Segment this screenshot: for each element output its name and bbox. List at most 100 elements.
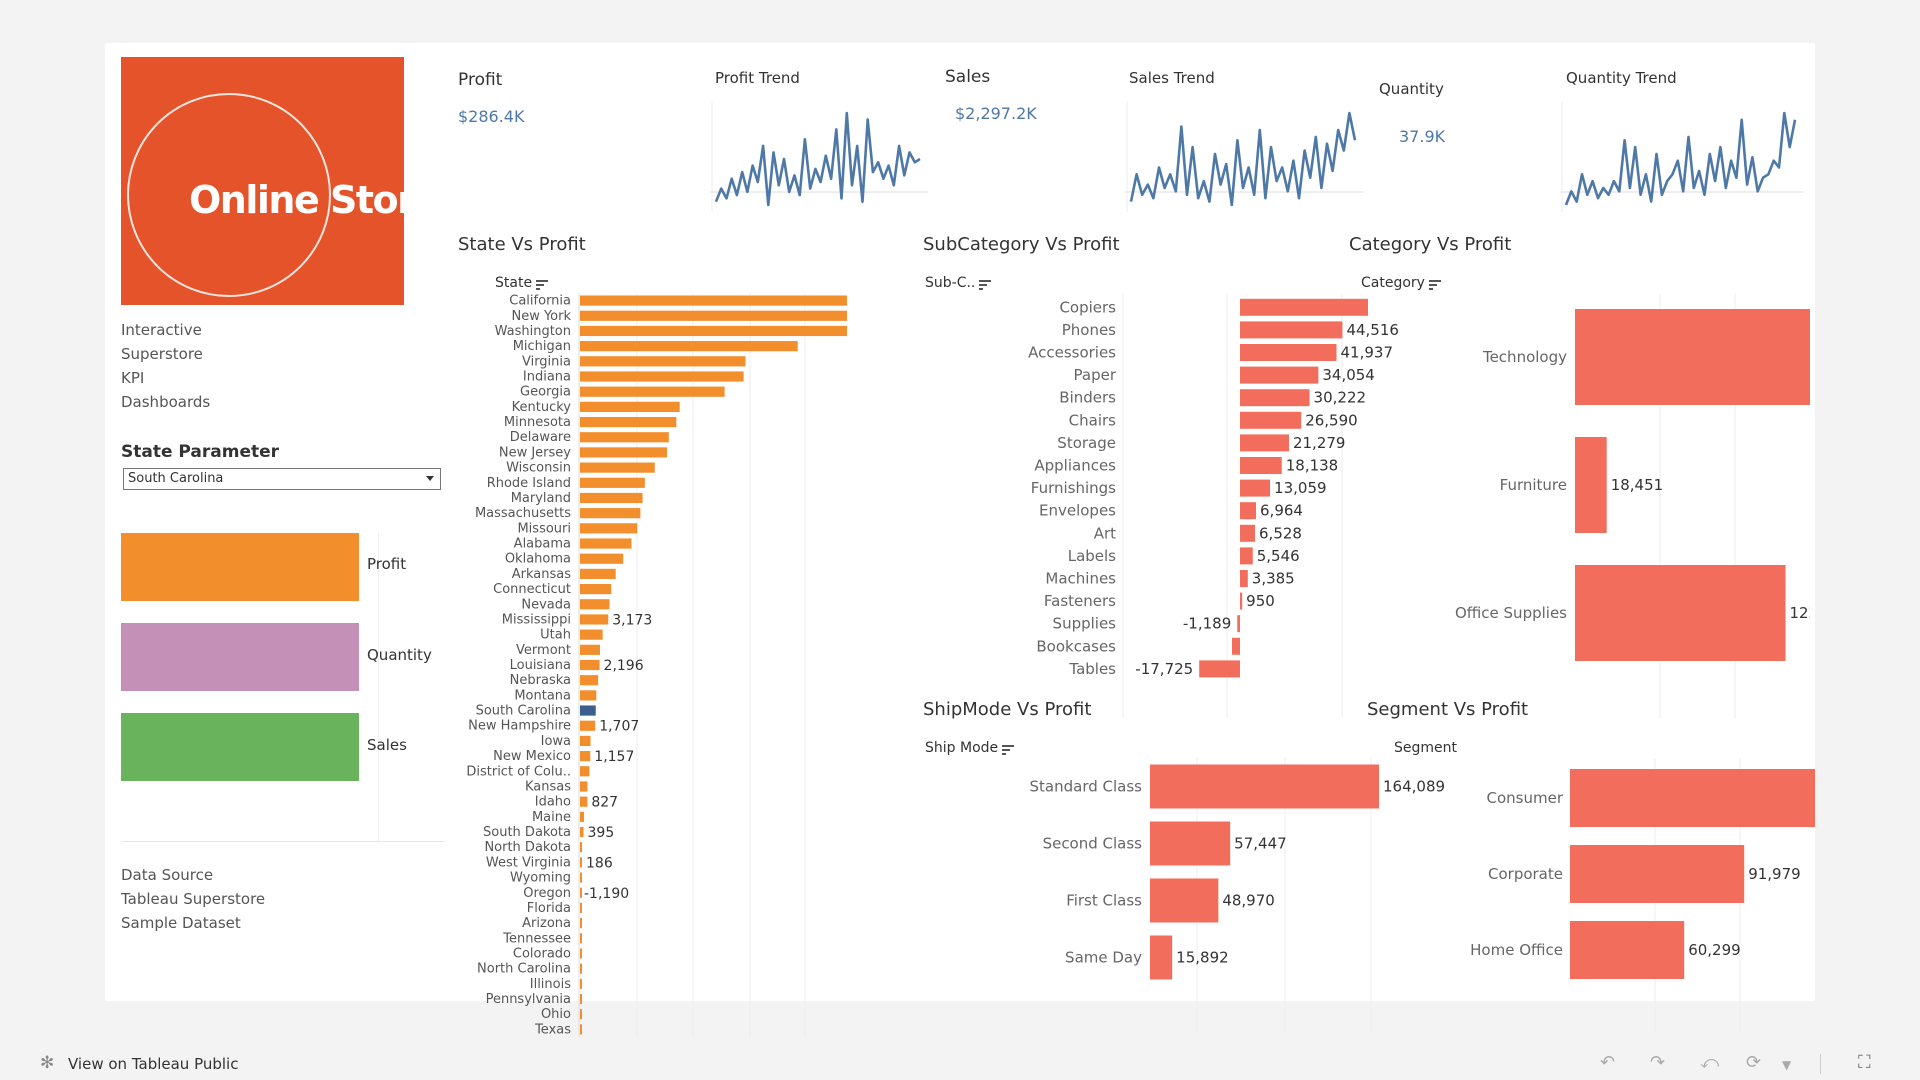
state-bar-utah[interactable] — [580, 629, 603, 640]
state-bar-north-dakota[interactable] — [580, 842, 583, 853]
sort-icon[interactable] — [979, 278, 992, 290]
state-bar-mississippi[interactable] — [580, 614, 609, 625]
state-bar-north-carolina[interactable] — [580, 963, 582, 974]
state-bar-new-hampshire[interactable] — [580, 720, 596, 731]
state-bar-idaho[interactable] — [580, 796, 588, 807]
subcategory-vs-profit-bar-accessories[interactable] — [1240, 344, 1337, 361]
state-bar-south-dakota[interactable] — [580, 826, 584, 838]
shipmode-vs-profit-bar-standard-class[interactable] — [1150, 764, 1379, 809]
subcategory-vs-profit-bar-binders[interactable] — [1240, 389, 1310, 407]
category-vs-profit-bar-office-supplies[interactable] — [1575, 565, 1786, 661]
state-bar-massachusetts[interactable] — [580, 508, 641, 519]
subcategory-column-header[interactable]: Sub-C.. — [925, 275, 992, 291]
state-bar-georgia[interactable] — [580, 386, 725, 397]
shipmode-vs-profit-bar-first-class[interactable] — [1150, 878, 1219, 923]
state-bar-alabama[interactable] — [580, 538, 632, 549]
quantity-trend-chart[interactable] — [1560, 101, 1805, 213]
state-bar-virginia[interactable] — [580, 356, 746, 367]
state-bar-missouri[interactable] — [580, 523, 638, 534]
state-bar-kentucky[interactable] — [580, 401, 680, 412]
state-bar-kansas[interactable] — [580, 781, 588, 792]
state-bar-iowa[interactable] — [580, 735, 591, 747]
state-bar-delaware[interactable] — [580, 432, 669, 443]
state-bar-new-mexico[interactable] — [580, 751, 591, 762]
state-bar-rhode-island[interactable] — [580, 477, 645, 488]
subcategory-vs-profit-bar-machines[interactable] — [1240, 570, 1248, 587]
state-bar-indiana[interactable] — [580, 371, 744, 382]
undo-icon[interactable]: ↶ — [1600, 1052, 1615, 1073]
state-bar-oregon[interactable] — [580, 887, 582, 898]
sales-trend-chart[interactable] — [1125, 101, 1365, 213]
category-column-header[interactable]: Category — [1361, 275, 1441, 291]
subcategory-vs-profit-bar-storage[interactable] — [1240, 434, 1289, 452]
subcategory-vs-profit-bar-supplies[interactable] — [1237, 615, 1240, 633]
state-bar-nevada[interactable] — [580, 599, 610, 610]
subcategory-vs-profit-bar-art[interactable] — [1240, 524, 1256, 542]
legend-swatch-profit[interactable] — [121, 533, 359, 601]
sort-icon[interactable] — [536, 278, 549, 290]
state-bar-california[interactable] — [580, 295, 847, 306]
subcategory-vs-profit-bar-furnishings[interactable] — [1240, 479, 1271, 497]
state-bar-colorado[interactable] — [580, 948, 582, 959]
state-bar-nebraska[interactable] — [580, 675, 599, 686]
category-label-furnishings: Furnishings — [1031, 479, 1116, 497]
state-bar-louisiana[interactable] — [580, 659, 600, 671]
category-vs-profit-chart[interactable]: Technology145,455Furniture18,451Office S… — [1345, 293, 1810, 723]
state-bar-south-carolina[interactable] — [580, 705, 596, 716]
segment-vs-profit-chart[interactable]: Consumer134,119Corporate91,979Home Offic… — [1360, 758, 1815, 1038]
legend-swatch-sales[interactable] — [121, 713, 359, 781]
state-bar-montana[interactable] — [580, 690, 597, 701]
segment-column-header[interactable]: Segment — [1394, 740, 1457, 756]
state-bar-illinois[interactable] — [580, 978, 582, 989]
profit-trend-chart[interactable] — [710, 101, 930, 213]
subcategory-vs-profit-bar-labels[interactable] — [1240, 547, 1253, 565]
segment-vs-profit-bar-corporate[interactable] — [1570, 845, 1745, 903]
shipmode-vs-profit-bar-second-class[interactable] — [1150, 821, 1231, 866]
state-bar-michigan[interactable] — [580, 341, 798, 352]
fullscreen-icon[interactable]: ⛶ — [1858, 1052, 1871, 1073]
refresh-icon[interactable]: ⟳ — [1746, 1052, 1761, 1073]
revert-icon[interactable]: ⤺ — [1700, 1052, 1719, 1073]
state-label-kentucky: Kentucky — [512, 400, 572, 415]
state-bar-new-jersey[interactable] — [580, 447, 667, 458]
subcategory-vs-profit-bar-chairs[interactable] — [1240, 411, 1302, 429]
shipmode-vs-profit-bar-same-day[interactable] — [1150, 935, 1173, 980]
subcategory-vs-profit-bar-phones[interactable] — [1240, 321, 1343, 339]
state-bar-arkansas[interactable] — [580, 568, 616, 579]
state-bar-ohio[interactable] — [580, 1009, 582, 1020]
caret-down-icon[interactable]: ▼ — [1782, 1058, 1791, 1072]
subcategory-vs-profit-bar-paper[interactable] — [1240, 366, 1319, 384]
segment-vs-profit-bar-consumer[interactable] — [1570, 769, 1815, 827]
state-parameter-dropdown[interactable]: South Carolina — [123, 468, 441, 490]
view-on-tableau-public-link[interactable]: View on Tableau Public — [68, 1055, 238, 1073]
state-bar-tennessee[interactable] — [580, 933, 582, 944]
redo-icon[interactable]: ↷ — [1650, 1052, 1665, 1073]
subcategory-vs-profit-bar-bookcases[interactable] — [1232, 637, 1240, 655]
legend-swatch-quantity[interactable] — [121, 623, 359, 691]
state-bar-florida[interactable] — [580, 902, 582, 914]
sort-icon[interactable] — [1428, 278, 1441, 290]
state-bar-west-virginia[interactable] — [580, 857, 582, 868]
state-bar-new-york[interactable] — [580, 310, 847, 321]
subcategory-vs-profit-bar-envelopes[interactable] — [1240, 502, 1257, 520]
state-bar-maine[interactable] — [580, 811, 585, 822]
subcategory-vs-profit-bar-appliances[interactable] — [1240, 457, 1282, 474]
state-bar-texas[interactable] — [580, 1024, 582, 1035]
state-bar-maryland[interactable] — [580, 492, 643, 504]
state-bar-district-of-colu[interactable] — [580, 766, 590, 777]
subcategory-vs-profit-bar-tables[interactable] — [1199, 660, 1240, 678]
state-bar-vermont[interactable] — [580, 644, 600, 655]
category-vs-profit-bar-furniture[interactable] — [1575, 437, 1607, 533]
state-bar-oklahoma[interactable] — [580, 553, 624, 564]
state-bar-wisconsin[interactable] — [580, 462, 655, 473]
state-bar-minnesota[interactable] — [580, 416, 677, 428]
state-bar-washington[interactable] — [580, 325, 847, 337]
segment-vs-profit-bar-home-office[interactable] — [1570, 921, 1685, 979]
state-bar-arizona[interactable] — [580, 918, 582, 929]
state-bar-pennsylvania[interactable] — [580, 993, 582, 1005]
state-column-header[interactable]: State — [495, 275, 549, 291]
state-bar-wyoming[interactable] — [580, 872, 582, 883]
state-bar-connecticut[interactable] — [580, 583, 612, 595]
subcategory-vs-profit-bar-fasteners[interactable] — [1240, 592, 1243, 610]
category-vs-profit-bar-technology[interactable] — [1575, 309, 1810, 405]
